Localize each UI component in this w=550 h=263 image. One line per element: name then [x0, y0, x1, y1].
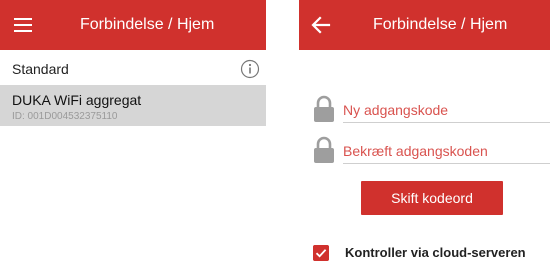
- app-bar: Forbindelse / Hjem: [0, 0, 266, 50]
- hamburger-menu-icon[interactable]: [12, 15, 34, 35]
- change-password-screen: Forbindelse / Hjem Skift kodeord Kontrol…: [299, 0, 550, 262]
- change-password-button[interactable]: Skift kodeord: [361, 181, 503, 215]
- cloud-control-label: Kontroller via cloud-serveren: [345, 245, 526, 260]
- confirm-password-input[interactable]: [343, 139, 550, 164]
- confirm-password-row: [313, 136, 550, 166]
- new-password-row: [313, 95, 550, 125]
- cloud-control-row: Kontroller via cloud-serveren: [313, 243, 550, 263]
- standard-section-header: Standard: [0, 50, 266, 88]
- device-list-item[interactable]: DUKA WiFi aggregat ID: 001D004532375110: [0, 85, 266, 126]
- device-id: ID: 001D004532375110: [12, 111, 118, 122]
- page-title: Forbindelse / Hjem: [80, 16, 215, 33]
- connections-home-screen: Forbindelse / Hjem Standard DUKA WiFi ag…: [0, 0, 266, 262]
- device-name: DUKA WiFi aggregat: [12, 92, 142, 108]
- section-label: Standard: [12, 61, 69, 77]
- lock-icon: [314, 136, 334, 163]
- page-title: Forbindelse / Hjem: [373, 16, 508, 33]
- new-password-input[interactable]: [343, 98, 550, 123]
- info-icon[interactable]: [240, 59, 260, 79]
- cloud-control-checkbox[interactable]: [313, 245, 329, 261]
- arrow-left-icon[interactable]: [309, 13, 333, 37]
- app-bar: Forbindelse / Hjem: [299, 0, 550, 50]
- lock-icon: [314, 95, 334, 122]
